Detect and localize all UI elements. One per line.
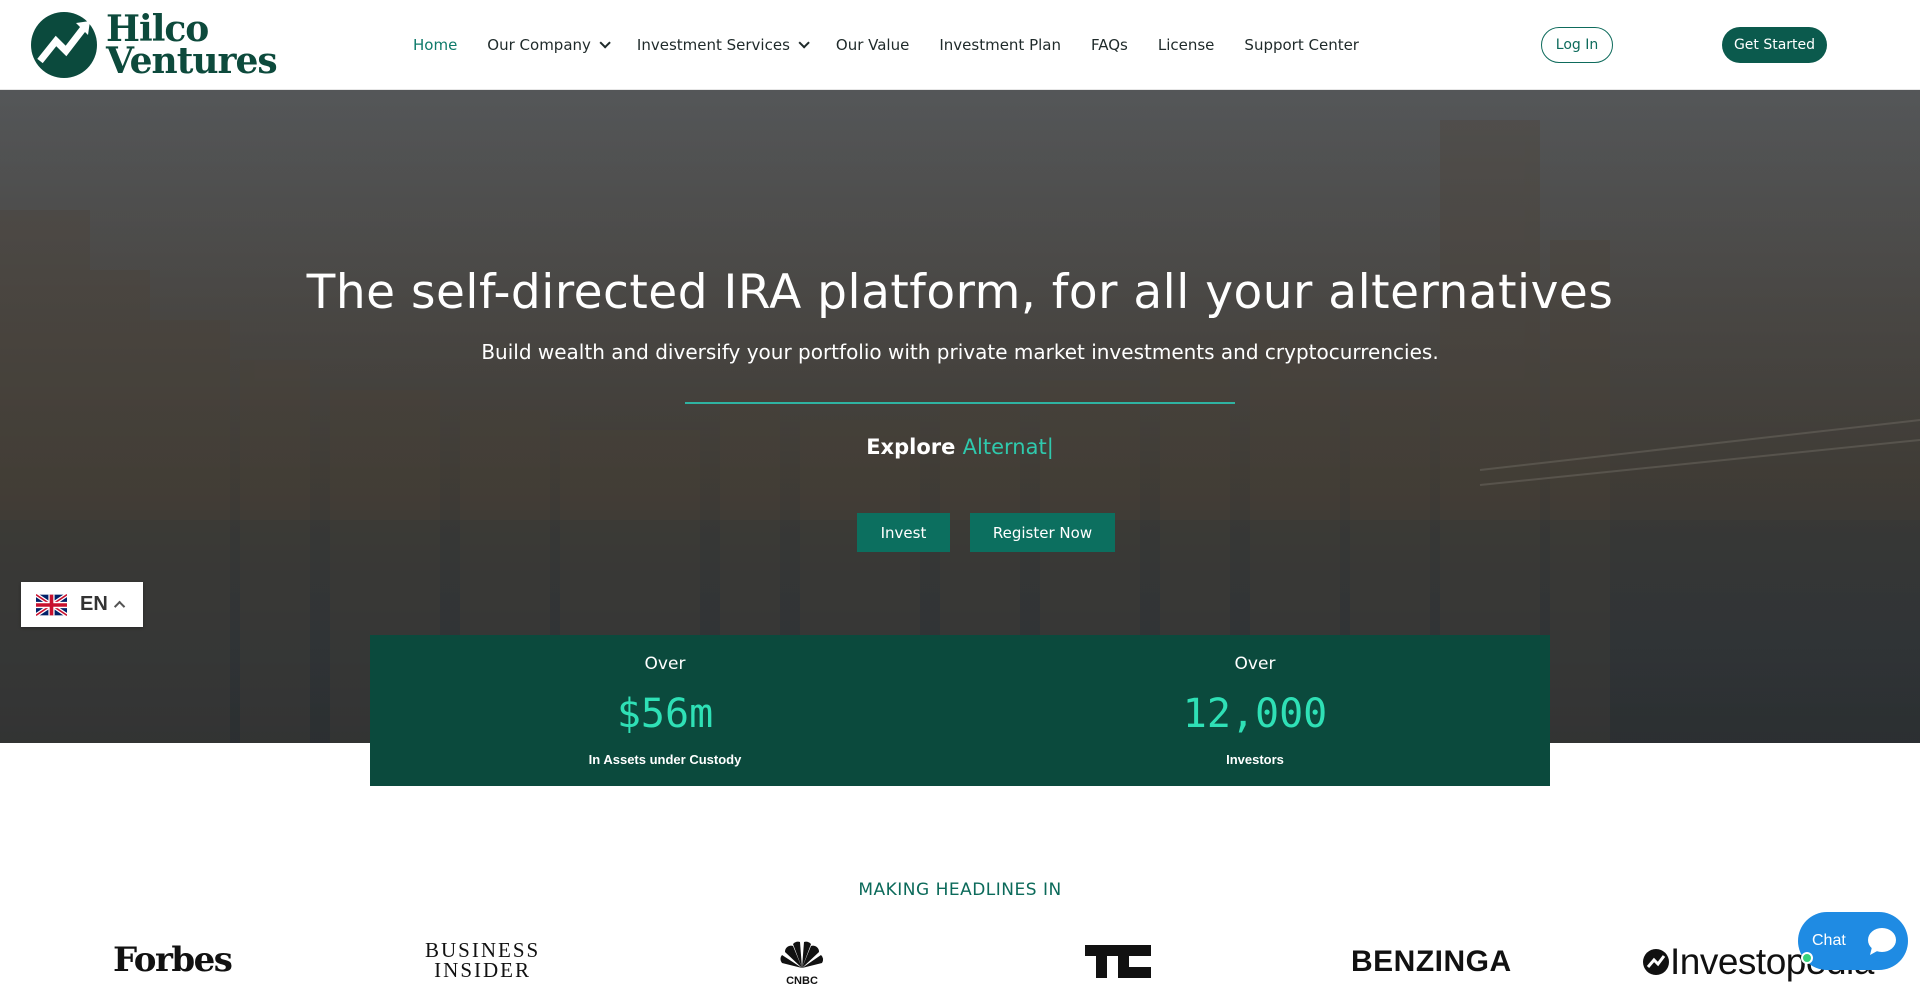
chat-widget-button[interactable]: Chat [1798,912,1908,970]
hero-subtitle: Build wealth and diversify your portfoli… [481,340,1439,364]
techcrunch-logo-icon [1085,945,1151,978]
stat-over-label: Over [1234,654,1276,674]
brand-name-line2: Ventures [106,40,278,82]
brand-logo[interactable]: Hilco Ventures [30,10,278,82]
language-code: EN [80,593,108,615]
headlines-title: MAKING HEADLINES IN [858,880,1062,900]
get-started-button[interactable]: Get Started [1722,27,1827,63]
hero-title: The self-directed IRA platform, for all … [306,265,1614,320]
nav-item-label: Support Center [1244,36,1359,54]
nav-item-investment-plan[interactable]: Investment Plan [939,36,1061,54]
stat-over-label: Over [644,654,686,674]
invest-button[interactable]: Invest [857,513,950,552]
stat-investors: Over 12,000 Investors [960,635,1550,786]
nav-item-support-center[interactable]: Support Center [1244,36,1359,54]
nav-item-label: Our Company [487,36,591,54]
main-nav: Home Our Company Investment Services Our… [413,0,1389,90]
press-logos: Forbes BUSINESS INSIDER CNBC BENZINGA In [0,930,1920,993]
nav-item-label: License [1157,36,1215,54]
business-insider-line2: INSIDER [434,958,532,982]
nav-item-license[interactable]: License [1158,36,1215,54]
login-button[interactable]: Log In [1541,27,1613,63]
chat-label: Chat [1812,932,1846,949]
nav-item-label: Investment Plan [939,36,1061,54]
explore-prefix: Explore [866,435,956,459]
nav-item-faqs[interactable]: FAQs [1091,36,1128,54]
stat-assets: Over $56m In Assets under Custody [370,635,960,786]
stat-label: Investors [1226,752,1284,767]
site-header: Hilco Ventures Home Our Company Investme… [0,0,1920,90]
business-insider-line1: BUSINESS [425,938,541,962]
explore-typing-text: Explore Alternat| [0,435,1920,459]
nav-item-label: FAQs [1090,36,1128,54]
register-now-button[interactable]: Register Now [970,513,1115,552]
stat-value: 12,000 [1182,691,1328,737]
benzinga-logo: BENZINGA [1351,945,1512,978]
brand-name: Hilco Ventures [106,11,278,82]
nav-item-label: Investment Services [636,36,790,54]
language-switcher[interactable]: EN [21,582,143,627]
forbes-logo: Forbes [113,940,233,980]
stats-panel: Over $56m In Assets under Custody Over 1… [370,635,1550,786]
stat-value: $56m [616,691,714,737]
chat-bubble-icon [1862,921,1902,961]
chevron-down-icon [599,37,611,49]
nav-item-investment-services[interactable]: Investment Services [636,36,810,54]
uk-flag-icon [36,593,67,616]
nav-item-label: Home [413,36,458,54]
typing-cursor: | [1046,435,1054,459]
nav-item-our-company[interactable]: Our Company [487,36,611,54]
chevron-down-icon [798,37,810,49]
explore-word: Alternat [962,435,1047,459]
stat-label: In Assets under Custody [588,752,742,767]
nav-item-our-value[interactable]: Our Value [836,36,909,54]
brand-mark-icon [31,12,97,78]
nav-item-label: Our Value [835,36,910,54]
nav-item-home[interactable]: Home [413,36,457,54]
business-insider-logo: BUSINESS INSIDER [425,938,541,982]
cnbc-logo-icon: CNBC [780,941,824,985]
chevron-up-icon [113,600,126,612]
online-status-dot [1801,952,1813,964]
cnbc-wordmark: CNBC [786,975,818,985]
investopedia-mark-icon [1643,949,1669,975]
hero-divider [685,402,1235,404]
